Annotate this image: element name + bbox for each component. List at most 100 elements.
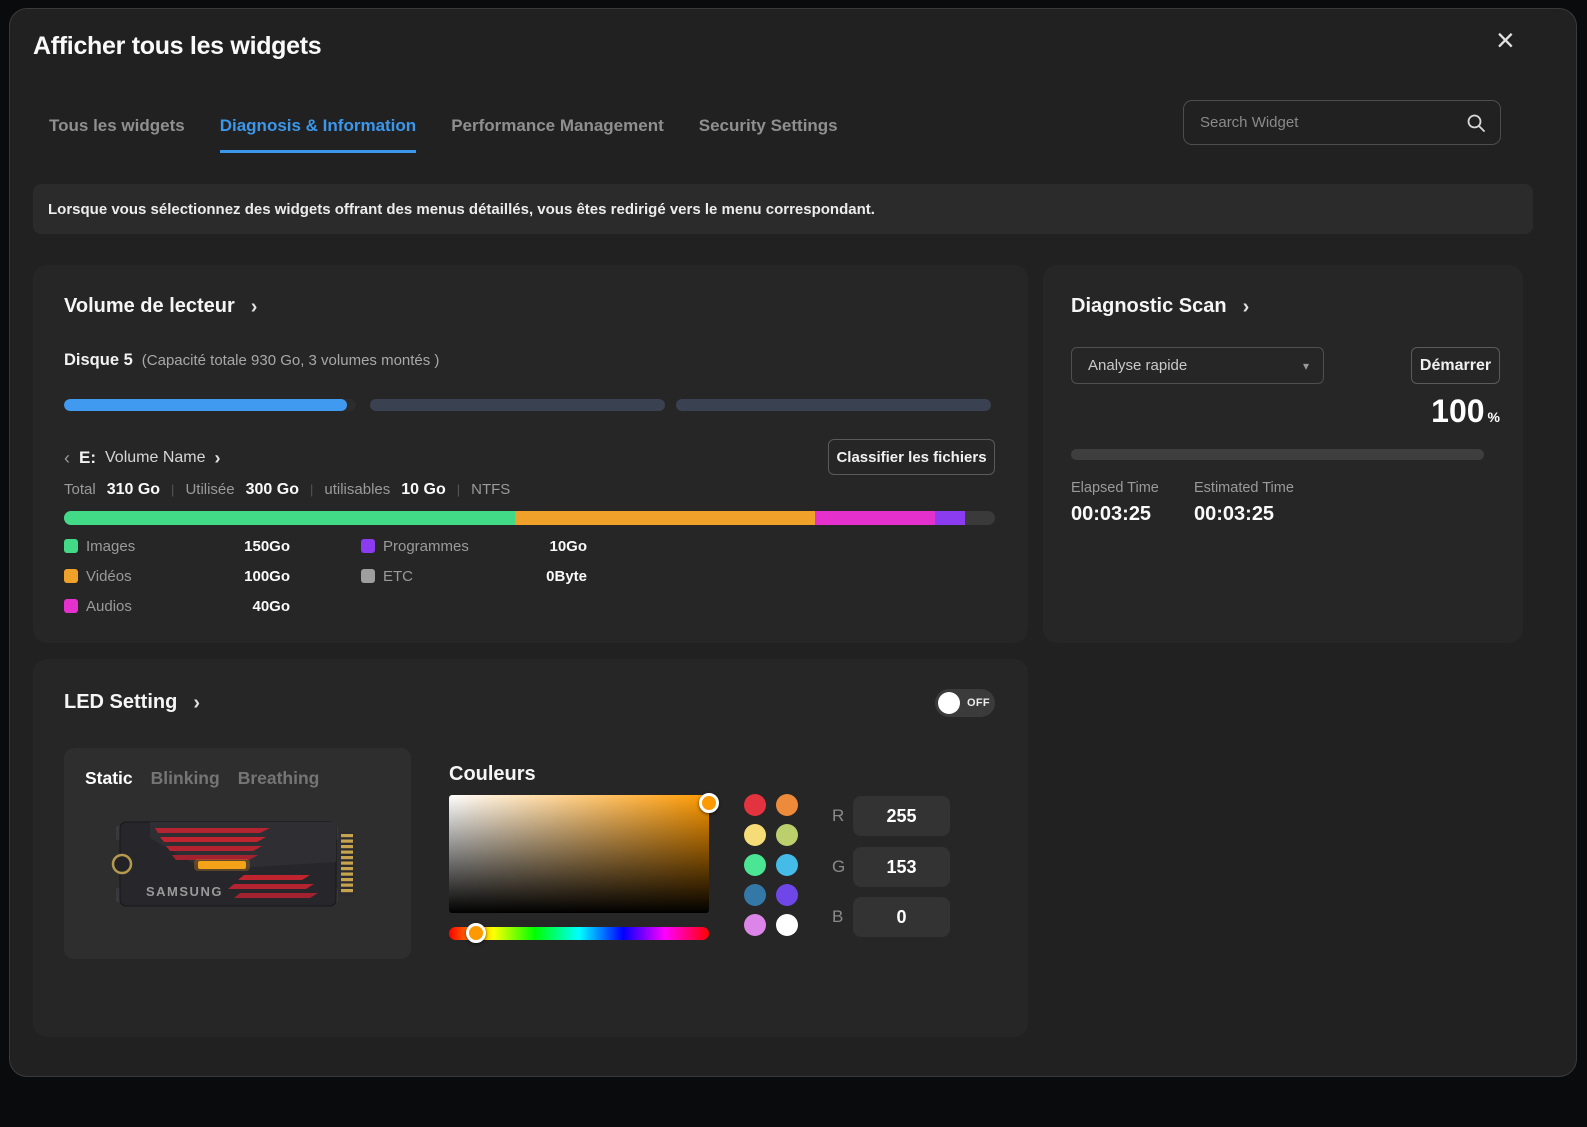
usage-segment-images xyxy=(64,511,515,525)
widgets-dialog-screen: Afficher tous les widgets × Tous les wid… xyxy=(0,0,1587,1127)
volume-name-row: ‹ E: Volume Name › xyxy=(64,441,221,475)
legend-value: 40Go xyxy=(218,598,290,615)
disk-capacity-info: (Capacité totale 930 Go, 3 volumes monté… xyxy=(142,352,440,369)
disk-name: Disque 5 xyxy=(64,351,133,370)
volume-segment-1-fill xyxy=(64,399,347,411)
search-widget-box[interactable] xyxy=(1183,100,1501,145)
legend-value: 100Go xyxy=(218,568,290,585)
diagnostic-card-title: Diagnostic Scan xyxy=(1071,295,1227,318)
legend-item-images: Images 150Go xyxy=(64,535,290,557)
r-field[interactable]: 255 xyxy=(853,796,950,836)
diagnostic-card-header[interactable]: Diagnostic Scan › xyxy=(1071,295,1249,318)
scan-progress-number: 100 xyxy=(1431,393,1484,430)
color-swatch-grid xyxy=(744,794,798,936)
elapsed-time-label: Elapsed Time xyxy=(1071,480,1159,496)
mode-blinking[interactable]: Blinking xyxy=(151,768,220,789)
toggle-knob[interactable] xyxy=(938,692,960,714)
volume-name: Volume Name xyxy=(105,449,206,467)
estimated-time-label: Estimated Time xyxy=(1194,480,1294,496)
stat-value: 310 Go xyxy=(107,481,160,499)
stat-label: Total xyxy=(64,481,96,498)
toggle-state-label: OFF xyxy=(967,697,990,709)
legend-name: Vidéos xyxy=(86,568,218,585)
info-banner-text: Lorsque vous sélectionnez des widgets of… xyxy=(48,201,875,218)
tab-diagnosis-information[interactable]: Diagnosis & Information xyxy=(220,116,416,153)
volume-segment-2[interactable] xyxy=(370,399,665,411)
legend-color-swatch xyxy=(361,539,375,553)
swatch-yellow[interactable] xyxy=(744,824,766,846)
legend-name: ETC xyxy=(383,568,501,585)
colors-title: Couleurs xyxy=(449,763,536,786)
mode-breathing[interactable]: Breathing xyxy=(238,768,320,789)
search-icon[interactable] xyxy=(1466,113,1486,133)
disk-line: Disque 5 (Capacité totale 930 Go, 3 volu… xyxy=(64,351,439,370)
swatch-violet[interactable] xyxy=(776,884,798,906)
volume-segment-3[interactable] xyxy=(676,399,991,411)
tab-performance-management[interactable]: Performance Management xyxy=(451,116,664,153)
saturation-picker-handle[interactable] xyxy=(699,793,719,813)
usage-segment-programmes xyxy=(935,511,965,525)
rgb-row-r: R 255 xyxy=(832,796,983,836)
close-icon[interactable]: × xyxy=(1496,24,1515,56)
swatch-red[interactable] xyxy=(744,794,766,816)
volume-card-header[interactable]: Volume de lecteur › xyxy=(64,295,257,318)
led-card-title: LED Setting xyxy=(64,691,177,714)
legend-color-swatch xyxy=(64,599,78,613)
scan-type-dropdown[interactable]: Analyse rapide ▾ xyxy=(1071,347,1324,384)
swatch-orchid[interactable] xyxy=(744,914,766,936)
legend-name: Programmes xyxy=(383,538,501,555)
usage-segment-audios xyxy=(815,511,935,525)
hue-slider-handle[interactable] xyxy=(466,923,486,943)
chevron-right-icon[interactable]: › xyxy=(215,449,221,467)
tab-security-settings[interactable]: Security Settings xyxy=(699,116,838,153)
volume-stats: Total 310 Go | Utilisée 300 Go | utilisa… xyxy=(64,481,510,499)
volume-letter: E: xyxy=(79,448,96,468)
g-label: G xyxy=(832,857,853,877)
hue-slider[interactable] xyxy=(449,927,709,940)
swatch-green[interactable] xyxy=(744,854,766,876)
g-field[interactable]: 153 xyxy=(853,847,950,887)
legend-name: Images xyxy=(86,538,218,555)
swatch-sky-blue[interactable] xyxy=(776,854,798,876)
page-title: Afficher tous les widgets xyxy=(33,32,321,61)
stat-label: utilisables xyxy=(324,481,390,498)
swatch-white[interactable] xyxy=(776,914,798,936)
chevron-right-icon[interactable]: › xyxy=(193,693,200,713)
elapsed-time-value: 00:03:25 xyxy=(1071,503,1151,526)
classify-files-button[interactable]: Classifier les fichiers xyxy=(828,439,995,475)
start-scan-button[interactable]: Démarrer xyxy=(1411,347,1500,384)
volume-card: Volume de lecteur › Disque 5 (Capacité t… xyxy=(33,265,1028,643)
search-input[interactable] xyxy=(1200,114,1466,131)
legend-item-videos: Vidéos 100Go xyxy=(64,565,290,587)
stat-separator: | xyxy=(457,482,460,497)
swatch-orange[interactable] xyxy=(776,794,798,816)
filesystem-label: NTFS xyxy=(471,481,510,498)
led-setting-card: LED Setting › OFF Static Blinking Breath… xyxy=(33,659,1028,1037)
swatch-yellow-green[interactable] xyxy=(776,824,798,846)
led-card-header[interactable]: LED Setting › xyxy=(64,691,200,714)
legend-value: 0Byte xyxy=(501,568,587,585)
color-saturation-picker[interactable] xyxy=(449,795,709,913)
usage-stacked-bar xyxy=(64,511,995,525)
diagnostic-scan-card: Diagnostic Scan › Analyse rapide ▾ Démar… xyxy=(1043,265,1523,643)
stat-separator: | xyxy=(171,482,174,497)
chevron-down-icon: ▾ xyxy=(1303,359,1309,373)
chevron-left-icon[interactable]: ‹ xyxy=(64,449,70,467)
b-field[interactable]: 0 xyxy=(853,897,950,937)
stat-value: 10 Go xyxy=(401,481,445,499)
chevron-right-icon[interactable]: › xyxy=(1243,297,1250,317)
scan-progress-unit: % xyxy=(1488,409,1500,425)
tab-bar: Tous les widgets Diagnosis & Information… xyxy=(49,116,838,153)
scan-type-value: Analyse rapide xyxy=(1088,357,1187,374)
legend-color-swatch xyxy=(64,539,78,553)
mode-static[interactable]: Static xyxy=(85,768,133,789)
led-toggle[interactable]: OFF xyxy=(935,689,995,717)
swatch-steel-blue[interactable] xyxy=(744,884,766,906)
tab-tous-les-widgets[interactable]: Tous les widgets xyxy=(49,116,185,153)
volume-segment-1[interactable] xyxy=(64,399,356,411)
chevron-right-icon[interactable]: › xyxy=(251,297,258,317)
b-value: 0 xyxy=(896,907,906,928)
legend-item-etc: ETC 0Byte xyxy=(361,565,587,587)
legend-color-swatch xyxy=(64,569,78,583)
scan-progress-bar xyxy=(1071,449,1484,460)
